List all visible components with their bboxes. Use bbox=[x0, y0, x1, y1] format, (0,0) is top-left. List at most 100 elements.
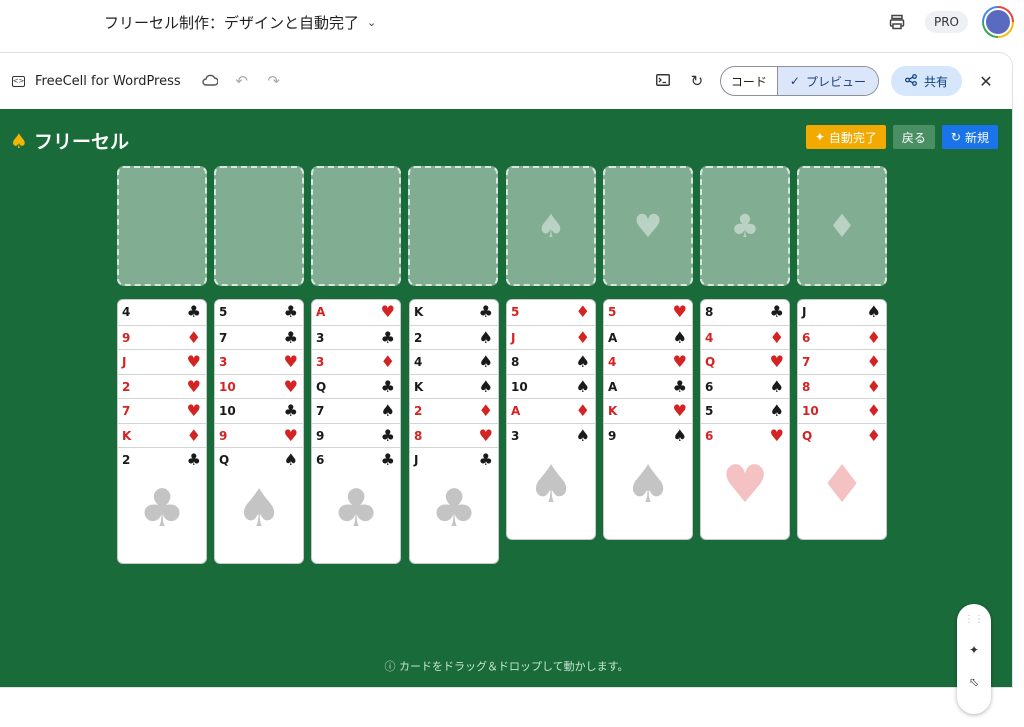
terminal-icon[interactable] bbox=[652, 72, 674, 90]
playing-card[interactable]: A ♠ bbox=[604, 325, 692, 349]
code-tab[interactable]: コード bbox=[721, 67, 777, 95]
playing-card[interactable]: 7 ♣ bbox=[215, 325, 303, 349]
tableau-column[interactable]: 5 ♣ 7 ♣ 3 ♥ 10 ♥ 10 ♣ 9 ♥ Q ♠ ♠ bbox=[214, 299, 304, 564]
playing-card[interactable]: 10 ♠ bbox=[507, 374, 595, 398]
playing-card[interactable]: K ♦ bbox=[118, 423, 206, 447]
refresh-icon[interactable]: ↻ bbox=[686, 72, 708, 90]
playing-card[interactable]: 5 ♣ bbox=[215, 300, 303, 324]
playing-card[interactable]: 4 ♠ bbox=[410, 349, 498, 373]
tableau-column[interactable]: A ♥ 3 ♣ 3 ♦ Q ♣ 7 ♠ 9 ♣ 6 ♣ ♣ bbox=[311, 299, 401, 564]
free-cell[interactable] bbox=[214, 166, 304, 286]
playing-card[interactable]: 9 ♠ bbox=[604, 423, 692, 447]
undo-button[interactable]: 戻る bbox=[892, 125, 935, 149]
playing-card[interactable]: Q ♣ bbox=[312, 374, 400, 398]
playing-card[interactable]: 6 ♣ bbox=[312, 447, 400, 471]
playing-card[interactable]: 5 ♥ bbox=[604, 300, 692, 324]
card-rank: J bbox=[122, 355, 127, 369]
share-label: 共有 bbox=[923, 74, 948, 89]
tableau-column[interactable]: 8 ♣ 4 ♦ Q ♥ 6 ♠ 5 ♠ 6 ♥ ♥ bbox=[700, 299, 790, 540]
card-rank: 8 bbox=[705, 305, 714, 319]
playing-card[interactable]: 3 ♣ bbox=[312, 325, 400, 349]
playing-card[interactable]: J ♦ bbox=[507, 325, 595, 349]
card-rank: 10 bbox=[511, 380, 528, 394]
playing-card[interactable]: A ♥ bbox=[312, 300, 400, 324]
preview-tab[interactable]: ✓ プレビュー bbox=[776, 67, 878, 95]
tableau-column[interactable]: J ♠ 6 ♦ 7 ♦ 8 ♦ 10 ♦ Q ♦ ♦ bbox=[797, 299, 887, 540]
playing-card[interactable]: K ♥ bbox=[604, 398, 692, 422]
playing-card[interactable]: 2 ♥ bbox=[118, 374, 206, 398]
playing-card[interactable]: A ♦ bbox=[507, 398, 595, 422]
project-title[interactable]: フリーセル制作：デザインと自動完了 ⌄ bbox=[104, 12, 376, 33]
playing-card[interactable]: 10 ♥ bbox=[215, 374, 303, 398]
card-face-suit-icon: ♦ bbox=[818, 455, 866, 515]
select-element-icon[interactable]: ⬁ bbox=[969, 675, 979, 689]
playing-card[interactable]: K ♠ bbox=[410, 374, 498, 398]
playing-card[interactable]: A ♣ bbox=[604, 374, 692, 398]
chevron-down-icon[interactable]: ⌄ bbox=[367, 16, 376, 29]
playing-card[interactable]: 8 ♦ bbox=[798, 374, 886, 398]
playing-card[interactable]: 9 ♣ bbox=[312, 423, 400, 447]
playing-card[interactable]: J ♥ bbox=[118, 349, 206, 373]
sparkle-icon[interactable]: ✦ bbox=[969, 643, 979, 657]
playing-card[interactable]: Q ♦ bbox=[798, 423, 886, 447]
undo-icon[interactable]: ↶ bbox=[231, 72, 253, 90]
playing-card[interactable]: 4 ♦ bbox=[701, 325, 789, 349]
playing-card[interactable]: 10 ♣ bbox=[215, 398, 303, 422]
card-suit-icon: ♥ bbox=[672, 352, 687, 371]
tableau-column[interactable]: 5 ♥ A ♠ 4 ♥ A ♣ K ♥ 9 ♠ ♠ bbox=[603, 299, 693, 540]
document-name[interactable]: FreeCell for WordPress bbox=[35, 74, 181, 89]
tableau-column[interactable]: 4 ♣ 9 ♦ J ♥ 2 ♥ 7 ♥ K ♦ 2 ♣ ♣ bbox=[117, 299, 207, 564]
playing-card[interactable]: 2 ♣ bbox=[118, 447, 206, 471]
playing-card[interactable]: J ♠ bbox=[798, 300, 886, 324]
playing-card[interactable]: K ♣ bbox=[410, 300, 498, 324]
card-suit-icon: ♠ bbox=[478, 352, 493, 371]
playing-card[interactable]: 8 ♥ bbox=[410, 423, 498, 447]
drag-handle-icon[interactable]: ⋮⋮ bbox=[964, 614, 984, 625]
auto-complete-button[interactable]: ✦ 自動完了 bbox=[805, 125, 886, 149]
playing-card[interactable]: Q ♥ bbox=[701, 349, 789, 373]
playing-card[interactable]: 2 ♠ bbox=[410, 325, 498, 349]
playing-card[interactable]: 6 ♠ bbox=[701, 374, 789, 398]
playing-card[interactable]: J ♣ bbox=[410, 447, 498, 471]
card-rank: 10 bbox=[219, 404, 236, 418]
free-cell[interactable] bbox=[117, 166, 207, 286]
redo-icon[interactable]: ↷ bbox=[263, 72, 285, 90]
playing-card[interactable]: 4 ♥ bbox=[604, 349, 692, 373]
playing-card[interactable]: 7 ♠ bbox=[312, 398, 400, 422]
card-suit-icon: ♦ bbox=[575, 302, 590, 321]
foundation-spades[interactable]: ♠ bbox=[506, 166, 596, 286]
playing-card[interactable]: 9 ♥ bbox=[215, 423, 303, 447]
playing-card[interactable]: 7 ♦ bbox=[798, 349, 886, 373]
playing-card[interactable]: 3 ♠ bbox=[507, 423, 595, 447]
playing-card[interactable]: Q ♠ bbox=[215, 447, 303, 471]
foundation-diamonds[interactable]: ♦ bbox=[797, 166, 887, 286]
card-suit-icon: ♣ bbox=[283, 302, 298, 321]
cloud-icon[interactable] bbox=[199, 72, 221, 90]
avatar[interactable] bbox=[982, 6, 1014, 38]
share-button[interactable]: 共有 bbox=[890, 66, 962, 96]
playing-card[interactable]: 2 ♦ bbox=[410, 398, 498, 422]
playing-card[interactable]: 5 ♦ bbox=[507, 300, 595, 324]
free-cell[interactable] bbox=[311, 166, 401, 286]
playing-card[interactable]: 6 ♦ bbox=[798, 325, 886, 349]
tableau-column[interactable]: K ♣ 2 ♠ 4 ♠ K ♠ 2 ♦ 8 ♥ J ♣ ♣ bbox=[409, 299, 499, 564]
playing-card[interactable]: 6 ♥ bbox=[701, 423, 789, 447]
playing-card[interactable]: 7 ♥ bbox=[118, 398, 206, 422]
playing-card[interactable]: 4 ♣ bbox=[118, 300, 206, 324]
new-game-button[interactable]: ↻ 新規 bbox=[941, 125, 998, 149]
foundation-clubs[interactable]: ♣ bbox=[700, 166, 790, 286]
printer-icon[interactable] bbox=[883, 8, 911, 36]
playing-card[interactable]: 5 ♠ bbox=[701, 398, 789, 422]
playing-card[interactable]: 9 ♦ bbox=[118, 325, 206, 349]
playing-card[interactable]: 3 ♦ bbox=[312, 349, 400, 373]
playing-card[interactable]: 3 ♥ bbox=[215, 349, 303, 373]
close-icon[interactable]: ✕ bbox=[974, 72, 998, 91]
free-cell[interactable] bbox=[408, 166, 498, 286]
card-rank: Q bbox=[802, 429, 813, 443]
foundation-hearts[interactable]: ♥ bbox=[603, 166, 693, 286]
playing-card[interactable]: 8 ♠ bbox=[507, 349, 595, 373]
playing-card[interactable]: 8 ♣ bbox=[701, 300, 789, 324]
playing-card[interactable]: 10 ♦ bbox=[798, 398, 886, 422]
toolbar: <> FreeCell for WordPress ↶ ↷ ↻ コード ✓ プレ… bbox=[0, 53, 1012, 109]
tableau-column[interactable]: 5 ♦ J ♦ 8 ♠ 10 ♠ A ♦ 3 ♠ ♠ bbox=[506, 299, 596, 540]
